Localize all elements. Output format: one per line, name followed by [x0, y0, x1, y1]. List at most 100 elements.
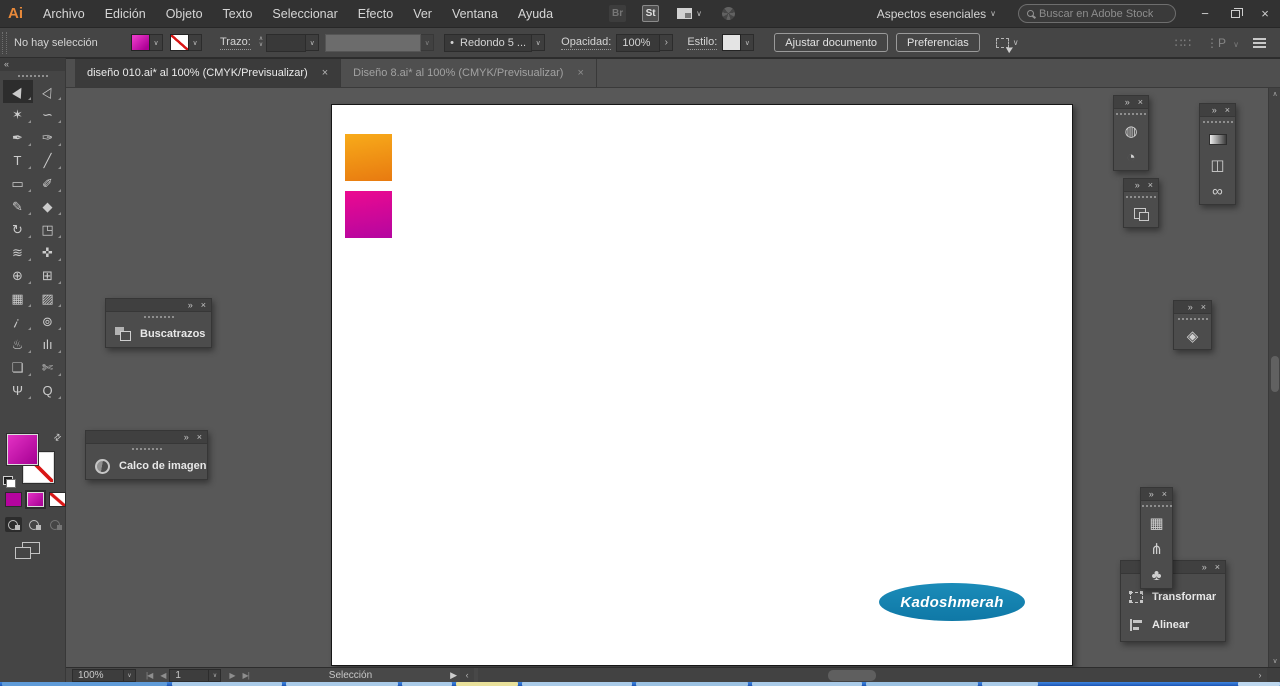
graphic-style-swatch[interactable]	[722, 34, 742, 51]
screen-mode-icon[interactable]	[15, 542, 40, 559]
taskbar-button[interactable]	[982, 682, 1038, 686]
panel-menu-icon[interactable]	[1253, 41, 1266, 44]
restore-button[interactable]	[1220, 0, 1250, 28]
shape-builder-tool[interactable]: ⊕	[3, 264, 33, 287]
tab-document-2[interactable]: Diseño 8.ai* al 100% (CMYK/Previsualizar…	[341, 59, 597, 87]
symbols-icon[interactable]: ♣	[1141, 562, 1172, 588]
mesh-tool[interactable]: ▦	[3, 287, 33, 310]
transform-tab[interactable]: Transformar	[1121, 582, 1225, 612]
magic-wand-tool[interactable]: ✶	[3, 103, 33, 126]
menu-item-efecto[interactable]: Efecto	[348, 0, 403, 28]
brush-definition-dropdown[interactable]: • Redondo 5 ...	[444, 33, 533, 52]
shaper-tool[interactable]: ✎	[3, 195, 33, 218]
first-page-icon[interactable]: |◀	[146, 671, 153, 680]
menu-item-ventana[interactable]: Ventana	[442, 0, 508, 28]
taskbar-button[interactable]	[1238, 682, 1280, 686]
stroke-dropdown-chevron[interactable]: ∨	[189, 34, 202, 51]
panel-header[interactable]: » ×	[1114, 96, 1148, 109]
taskbar-button[interactable]	[866, 682, 978, 686]
stroke-weight-chevron[interactable]: ∨	[306, 34, 320, 51]
control-bar-grip[interactable]	[2, 31, 7, 54]
close-panel-icon[interactable]: ×	[1215, 562, 1220, 572]
taskbar-button[interactable]	[286, 682, 398, 686]
panel-tab-grip[interactable]	[143, 316, 174, 318]
menu-item-texto[interactable]: Texto	[213, 0, 263, 28]
gradient-panel-strip[interactable]: » × ◫ ∞	[1199, 103, 1236, 205]
transform-align-panel[interactable]: » × Transformar Alinear	[1120, 560, 1226, 642]
panel-tab[interactable]: Buscatrazos	[106, 321, 211, 347]
draw-behind-icon[interactable]	[26, 517, 43, 532]
pen-tool[interactable]: ✒	[3, 126, 33, 149]
menu-item-objeto[interactable]: Objeto	[156, 0, 213, 28]
minimize-button[interactable]: −	[1190, 0, 1220, 28]
scroll-down-icon[interactable]: ∨	[1269, 655, 1280, 667]
next-page-icon[interactable]: ▶	[229, 671, 235, 680]
collapse-panel-icon[interactable]: »	[1149, 489, 1154, 499]
default-fill-stroke-icon[interactable]	[3, 476, 16, 488]
panel-header[interactable]: » ×	[106, 299, 211, 312]
page-number-chevron[interactable]: ∨	[209, 668, 222, 682]
swatches-icon[interactable]: ▦	[1141, 510, 1172, 536]
color-panel-strip[interactable]: » × ◍ ◔	[1113, 95, 1149, 171]
none-button[interactable]	[49, 492, 66, 507]
color-button[interactable]	[5, 492, 22, 507]
status-expand-icon[interactable]: ▶	[450, 670, 457, 681]
artboard[interactable]: Kadoshmerah	[331, 104, 1073, 666]
line-segment-tool[interactable]: ╱	[33, 149, 63, 172]
swap-fill-stroke-icon[interactable]: ⇄	[52, 431, 65, 444]
menu-item-seleccionar[interactable]: Seleccionar	[262, 0, 347, 28]
scroll-right-icon[interactable]: ›	[1253, 667, 1267, 683]
image-trace-panel[interactable]: » × Calco de imagen	[85, 430, 208, 480]
artboards-icon[interactable]	[1124, 201, 1158, 227]
orange-square[interactable]	[345, 134, 392, 181]
taskbar-button[interactable]	[402, 682, 452, 686]
width-profile-dropdown[interactable]	[325, 33, 422, 52]
swatches-panel-strip[interactable]: » × ▦ ⋔ ♣	[1140, 487, 1173, 589]
taskbar-button[interactable]	[636, 682, 748, 686]
panel-header[interactable]: » ×	[86, 431, 207, 444]
zoom-tool[interactable]: Q	[33, 379, 63, 402]
horizontal-scroll-thumb[interactable]	[828, 669, 877, 681]
tab-close-icon[interactable]: ×	[322, 67, 328, 79]
last-page-icon[interactable]: ▶|	[243, 671, 250, 680]
panel-header[interactable]: » ×	[1200, 104, 1235, 117]
stepper-down-icon[interactable]: ∨	[259, 42, 263, 48]
panel-header[interactable]: » ×	[1124, 179, 1158, 192]
eyedropper-tool[interactable]: ¡	[3, 310, 33, 333]
column-graph-tool[interactable]: ılı	[33, 333, 63, 356]
tab-close-icon[interactable]: ×	[577, 67, 583, 79]
select-similar-chevron[interactable]: ∨	[1013, 38, 1019, 47]
horizontal-scrollbar[interactable]	[478, 667, 1253, 683]
rectangle-tool[interactable]: ▭	[3, 172, 33, 195]
style-label[interactable]: Estilo:	[687, 36, 718, 50]
select-similar-icon[interactable]	[995, 37, 1009, 48]
rotate-tool[interactable]: ↻	[3, 218, 33, 241]
menu-item-ver[interactable]: Ver	[403, 0, 442, 28]
width-tool[interactable]: ≋	[3, 241, 33, 264]
taskbar-button[interactable]	[752, 682, 862, 686]
zoom-level-chevron[interactable]: ∨	[124, 668, 136, 682]
panel-tab-grip[interactable]	[131, 448, 162, 450]
close-panel-icon[interactable]: ×	[1225, 105, 1230, 115]
brushes-icon[interactable]: ⋔	[1141, 536, 1172, 562]
logo-ellipse[interactable]: Kadoshmerah	[879, 583, 1025, 621]
vertical-scrollbar[interactable]: ∧ ∨	[1268, 88, 1280, 667]
adobe-stock-icon[interactable]: St	[642, 5, 660, 22]
graphic-style-chevron[interactable]: ∨	[741, 34, 755, 51]
close-panel-icon[interactable]: ×	[1148, 180, 1153, 190]
menu-item-ayuda[interactable]: Ayuda	[508, 0, 563, 28]
close-button[interactable]: ×	[1250, 0, 1280, 28]
collapse-panel-icon[interactable]: »	[1202, 562, 1207, 572]
magenta-square[interactable]	[345, 191, 392, 238]
menu-item-archivo[interactable]: Archivo	[33, 0, 95, 28]
type-tool[interactable]: T	[3, 149, 33, 172]
panel-tab-grip[interactable]	[1177, 318, 1208, 320]
menu-item-edicion[interactable]: Edición	[95, 0, 156, 28]
artboard-tool[interactable]: ❏	[3, 356, 33, 379]
blend-tool[interactable]: ⊚	[33, 310, 63, 333]
tools-panel-header[interactable]: «	[0, 58, 65, 71]
lasso-tool[interactable]: ∽	[33, 103, 63, 126]
panel-header[interactable]: » ×	[1174, 301, 1211, 314]
gpu-performance-icon[interactable]	[721, 7, 735, 20]
brush-definition-chevron[interactable]: ∨	[532, 34, 546, 51]
